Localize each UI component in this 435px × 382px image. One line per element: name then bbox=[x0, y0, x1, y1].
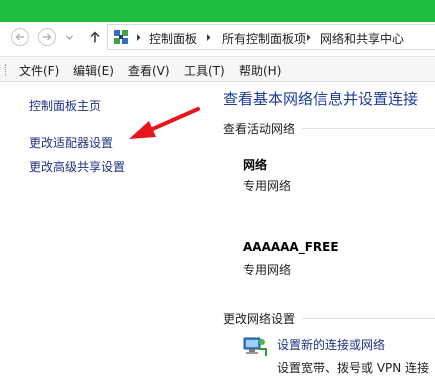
new-connection-icon[interactable] bbox=[241, 335, 267, 359]
change-network-settings-label: 更改网络设置 bbox=[223, 312, 296, 326]
breadcrumb-all-items[interactable]: 所有控制面板项 bbox=[222, 30, 306, 47]
chevron-down-icon[interactable] bbox=[65, 33, 74, 42]
up-arrow-icon[interactable] bbox=[88, 30, 102, 44]
address-bar[interactable]: 控制面板 所有控制面板项 网络和共享中心 bbox=[107, 24, 435, 50]
network-type: 专用网络 bbox=[243, 263, 292, 277]
menu-bar: 文件(F) 编辑(E) 查看(V) 工具(T) 帮助(H) bbox=[0, 56, 435, 82]
menu-file[interactable]: 文件(F) bbox=[19, 62, 59, 79]
breadcrumb-control-panel[interactable]: 控制面板 bbox=[149, 30, 197, 47]
forward-arrow-icon bbox=[43, 33, 52, 41]
sidebar-item-control-panel-home[interactable]: 控制面板主页 bbox=[29, 97, 101, 114]
network-name: 网络 bbox=[243, 158, 268, 172]
breadcrumb-separator-icon bbox=[207, 34, 211, 41]
sidebar-item-change-adapter-settings[interactable]: 更改适配器设置 bbox=[29, 134, 113, 151]
menu-view[interactable]: 查看(V) bbox=[128, 62, 170, 79]
network-type: 专用网络 bbox=[243, 179, 292, 193]
menu-edit[interactable]: 编辑(E) bbox=[73, 62, 114, 79]
section-divider bbox=[302, 128, 435, 129]
page-title: 查看基本网络信息并设置连接 bbox=[223, 90, 419, 108]
back-button[interactable] bbox=[11, 28, 29, 46]
sidebar-item-change-advanced-sharing[interactable]: 更改高级共享设置 bbox=[29, 158, 125, 175]
navigation-bar: 控制面板 所有控制面板项 网络和共享中心 bbox=[0, 22, 435, 56]
back-arrow-icon bbox=[15, 33, 24, 41]
setup-new-connection-link[interactable]: 设置新的连接或网络 bbox=[277, 336, 385, 353]
menu-tools[interactable]: 工具(T) bbox=[184, 62, 225, 79]
menu-grip bbox=[5, 64, 8, 76]
breadcrumb-separator-icon bbox=[137, 34, 141, 41]
active-networks-label: 查看活动网络 bbox=[223, 122, 296, 136]
network-name: AAAAAA_FREE bbox=[243, 240, 339, 254]
breadcrumb-network-center[interactable]: 网络和共享中心 bbox=[320, 30, 404, 47]
setup-new-connection-description: 设置宽带、拨号或 VPN 连接 bbox=[277, 361, 430, 375]
section-divider bbox=[302, 318, 435, 319]
window-title-bar bbox=[0, 0, 435, 22]
control-panel-icon bbox=[114, 30, 128, 44]
menu-help[interactable]: 帮助(H) bbox=[239, 62, 281, 79]
forward-button[interactable] bbox=[38, 28, 56, 46]
breadcrumb-separator-icon bbox=[307, 34, 311, 41]
